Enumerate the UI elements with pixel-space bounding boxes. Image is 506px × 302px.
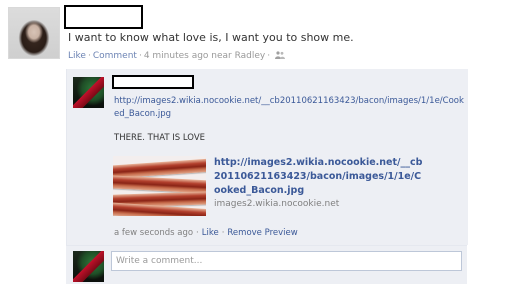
friends-icon[interactable] xyxy=(275,51,286,59)
link-preview-domain: images2.wikia.nocookie.net xyxy=(214,199,340,209)
status-text: I want to know what love is, I want you … xyxy=(68,31,354,44)
composer-avatar xyxy=(73,251,104,282)
comment-link-url[interactable]: http://images2.wikia.nocookie.net/__cb20… xyxy=(114,95,464,121)
commenter-avatar[interactable] xyxy=(73,77,104,108)
author-avatar[interactable] xyxy=(8,7,60,59)
comment-meta: a few seconds ago · Like · Remove Preview xyxy=(114,228,298,238)
author-name-redacted xyxy=(64,5,143,29)
link-preview-title[interactable]: http://images2.wikia.nocookie.net/__cb20… xyxy=(214,156,424,198)
meta-separator: · xyxy=(138,51,142,61)
meta-separator: · xyxy=(87,51,91,61)
comment-like-link[interactable]: Like xyxy=(202,228,219,238)
commenter-name-redacted xyxy=(112,75,194,89)
comment-body: THERE. THAT IS LOVE xyxy=(114,133,206,143)
comment-input[interactable] xyxy=(111,251,462,271)
link-preview-image[interactable] xyxy=(113,156,206,216)
like-link[interactable]: Like xyxy=(68,51,86,61)
comment-timestamp: a few seconds ago xyxy=(114,228,194,238)
meta-separator: · xyxy=(267,51,271,61)
post-timestamp[interactable]: 4 minutes ago near Radley xyxy=(144,51,265,61)
meta-separator: · xyxy=(196,228,199,238)
remove-preview-link[interactable]: Remove Preview xyxy=(227,228,297,238)
post-meta: Like · Comment · 4 minutes ago near Radley · xyxy=(68,51,286,61)
comment-link[interactable]: Comment xyxy=(93,51,137,61)
